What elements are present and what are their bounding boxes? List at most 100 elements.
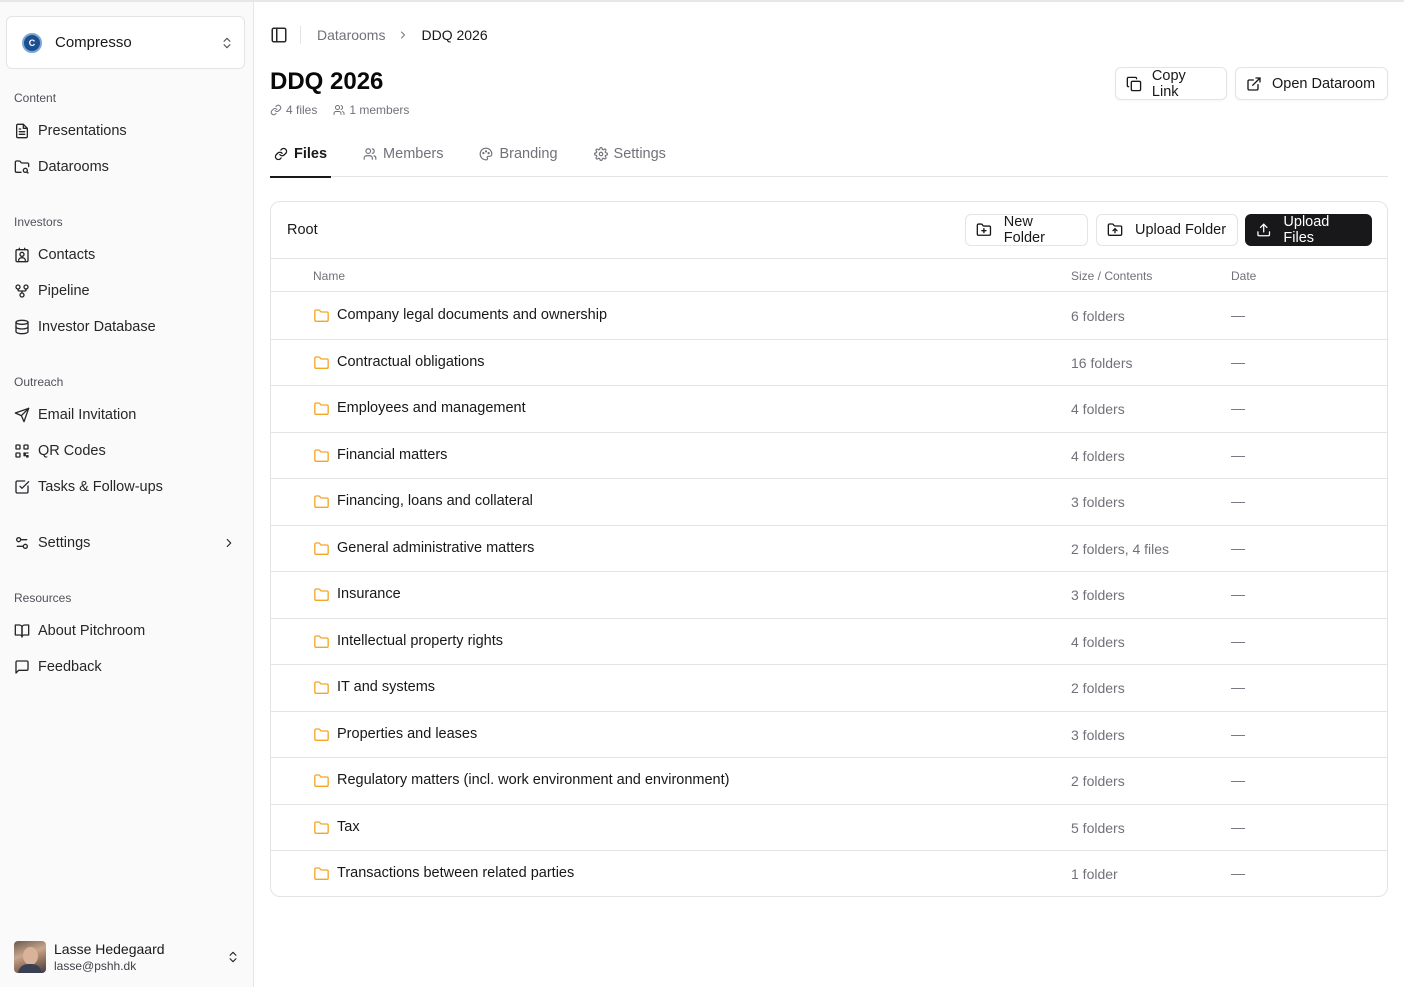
table-row[interactable]: General administrative matters 2 folders,… bbox=[271, 526, 1387, 572]
row-size: 3 folders bbox=[1071, 494, 1125, 510]
members-count: 1 members bbox=[333, 103, 409, 117]
table-row[interactable]: Intellectual property rights 4 folders — bbox=[271, 619, 1387, 665]
user-menu[interactable]: Lasse Hedegaard lasse@pshh.dk bbox=[14, 938, 240, 976]
sidebar-item-tasks[interactable]: Tasks & Follow-ups bbox=[14, 474, 240, 500]
row-size: 3 folders bbox=[1071, 587, 1125, 603]
folder-search-icon bbox=[14, 160, 30, 174]
sidebar-item-label: Email Invitation bbox=[38, 407, 137, 423]
folder-icon bbox=[314, 681, 329, 694]
panel-left-icon[interactable] bbox=[270, 26, 288, 44]
link-icon bbox=[270, 104, 282, 116]
table-row[interactable]: Employees and management 4 folders — bbox=[271, 386, 1387, 433]
sidebar-item-investor-database[interactable]: Investor Database bbox=[14, 314, 240, 340]
new-folder-button[interactable]: New Folder bbox=[965, 214, 1088, 246]
row-date: — bbox=[1231, 679, 1245, 695]
message-square-icon bbox=[15, 660, 29, 674]
folder-icon bbox=[314, 541, 329, 555]
table-row[interactable]: Properties and leases 3 folders — bbox=[271, 712, 1387, 758]
sidebar-item-label: Feedback bbox=[38, 659, 102, 675]
sidebar-item-label: Settings bbox=[38, 535, 91, 551]
table-row[interactable]: Company legal documents and ownership 6 f… bbox=[271, 293, 1387, 340]
sidebar-item-label: Presentations bbox=[38, 123, 127, 139]
tab-settings[interactable]: Settings bbox=[590, 130, 670, 177]
page-meta: 4 files 1 members bbox=[270, 103, 425, 117]
row-name: Intellectual property rights bbox=[337, 632, 504, 649]
folder-icon bbox=[314, 355, 329, 369]
column-header-date[interactable]: Date bbox=[1231, 269, 1256, 283]
table-row[interactable]: Regulatory matters (incl. work environme… bbox=[271, 758, 1387, 805]
sidebar-item-label: QR Codes bbox=[38, 443, 106, 459]
tab-files[interactable]: Files bbox=[270, 130, 332, 178]
row-size: 5 folders bbox=[1071, 819, 1125, 836]
row-name: General administrative matters bbox=[337, 539, 535, 556]
column-header-size[interactable]: Size / Contents bbox=[1071, 269, 1152, 283]
upload-folder-button[interactable]: Upload Folder bbox=[1096, 214, 1238, 246]
upload-files-button[interactable]: Upload Files bbox=[1245, 214, 1372, 246]
link-icon bbox=[274, 147, 288, 160]
row-date: — bbox=[1231, 772, 1245, 788]
table-row[interactable]: Transactions between related parties 1 fo… bbox=[271, 851, 1387, 896]
row-size: 6 folders bbox=[1071, 308, 1125, 324]
folder-icon bbox=[314, 634, 329, 648]
sidebar-item-presentations[interactable]: Presentations bbox=[14, 118, 240, 144]
folder-up-icon bbox=[1107, 223, 1123, 236]
row-name: Insurance bbox=[337, 586, 401, 602]
row-date: — bbox=[1231, 632, 1245, 649]
table-row[interactable]: Contractual obligations 16 folders — bbox=[271, 340, 1387, 386]
files-count: 4 files bbox=[270, 103, 317, 117]
folder-icon bbox=[314, 867, 329, 880]
contact-icon bbox=[15, 247, 29, 263]
open-dataroom-button[interactable]: Open Dataroom bbox=[1235, 67, 1388, 100]
gear-icon bbox=[593, 146, 608, 161]
page-title: DDQ 2026 bbox=[270, 68, 384, 95]
check-square-icon bbox=[15, 480, 30, 494]
section-label-investors: Investors bbox=[14, 215, 63, 229]
breadcrumb-current: DDQ 2026 bbox=[421, 27, 488, 43]
folder-icon bbox=[314, 820, 329, 834]
row-date: — bbox=[1231, 446, 1245, 463]
org-switcher[interactable]: C Compresso bbox=[6, 16, 245, 69]
row-size: 3 folders bbox=[1071, 726, 1125, 743]
user-email: lasse@pshh.dk bbox=[54, 959, 137, 973]
sidebar-item-label: Pipeline bbox=[38, 283, 90, 299]
sidebar-item-qr-codes[interactable]: QR Codes bbox=[14, 438, 240, 464]
folder-icon bbox=[314, 727, 329, 741]
sidebar-item-datarooms[interactable]: Datarooms bbox=[14, 154, 240, 180]
sidebar-item-settings[interactable]: Settings bbox=[14, 530, 240, 556]
row-date: — bbox=[1231, 307, 1245, 323]
file-text-icon bbox=[16, 123, 28, 139]
row-name: IT and systems bbox=[337, 679, 436, 695]
breadcrumb-datarooms[interactable]: Datarooms bbox=[317, 27, 385, 43]
sidebar-item-contacts[interactable]: Contacts bbox=[14, 242, 240, 268]
sliders-icon bbox=[15, 537, 28, 549]
folder-icon bbox=[314, 774, 329, 787]
row-name: Employees and management bbox=[337, 400, 526, 416]
row-name: Tax bbox=[337, 818, 360, 835]
row-size: 2 folders bbox=[1071, 680, 1125, 696]
column-header-name[interactable]: Name bbox=[313, 269, 345, 283]
section-label-resources: Resources bbox=[14, 591, 72, 605]
row-name: Contractual obligations bbox=[337, 353, 485, 370]
sidebar-item-email-invitation[interactable]: Email Invitation bbox=[14, 402, 240, 428]
files-card: Root New Folder Upload Folder Upload Fil… bbox=[270, 201, 1388, 897]
sidebar-item-label: Tasks & Follow-ups bbox=[38, 479, 163, 495]
folder-icon bbox=[314, 309, 329, 322]
tab-branding[interactable]: Branding bbox=[475, 130, 561, 177]
copy-link-button[interactable]: Copy Link bbox=[1115, 67, 1227, 100]
sidebar-item-label: Datarooms bbox=[38, 159, 109, 175]
chevrons-up-down-icon bbox=[229, 951, 237, 963]
tab-members[interactable]: Members bbox=[359, 130, 447, 177]
table-row[interactable]: Financing, loans and collateral 3 folders… bbox=[271, 479, 1387, 526]
row-name: Transactions between related parties bbox=[337, 865, 575, 881]
row-size: 2 folders, 4 files bbox=[1071, 540, 1170, 557]
row-name: Properties and leases bbox=[337, 725, 478, 742]
table-row[interactable]: IT and systems 2 folders — bbox=[271, 665, 1387, 712]
users-icon bbox=[363, 147, 377, 160]
row-date: — bbox=[1231, 818, 1245, 835]
table-row[interactable]: Tax 5 folders — bbox=[271, 805, 1387, 851]
sidebar-item-pipeline[interactable]: Pipeline bbox=[14, 278, 240, 304]
sidebar-item-feedback[interactable]: Feedback bbox=[14, 654, 240, 680]
table-row[interactable]: Insurance 3 folders — bbox=[271, 572, 1387, 619]
table-row[interactable]: Financial matters 4 folders — bbox=[271, 433, 1387, 479]
sidebar-item-about[interactable]: About Pitchroom bbox=[14, 618, 240, 644]
